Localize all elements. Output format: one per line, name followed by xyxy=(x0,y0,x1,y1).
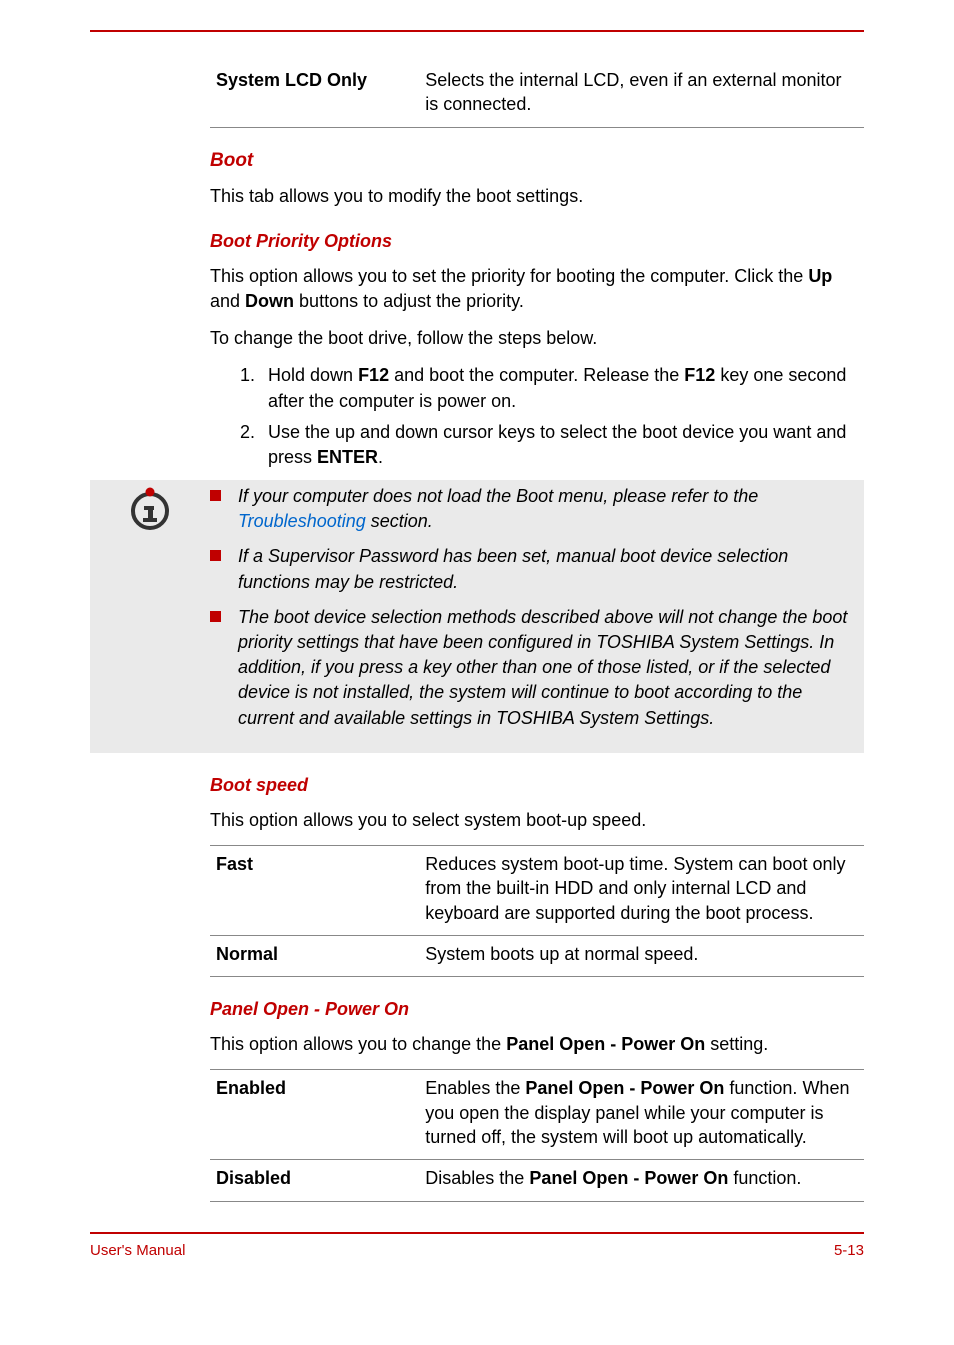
disabled-desc: Disables the Panel Open - Power On funct… xyxy=(419,1160,864,1201)
bootspeed-heading: Boot speed xyxy=(210,775,864,796)
note-item: If your computer does not load the Boot … xyxy=(210,484,852,534)
lcd-desc: Selects the internal LCD, even if an ext… xyxy=(419,62,864,127)
page-container: System LCD Only Selects the internal LCD… xyxy=(0,0,954,1289)
note-item: The boot device selection methods descri… xyxy=(210,605,852,731)
text: This option allows you to change the xyxy=(210,1034,506,1054)
list-item: Hold down F12 and boot the computer. Rel… xyxy=(260,363,864,413)
panelopen-heading: Panel Open - Power On xyxy=(210,999,864,1020)
f12-bold: F12 xyxy=(684,365,715,385)
panel-table: Enabled Enables the Panel Open - Power O… xyxy=(210,1069,864,1201)
lcd-label: System LCD Only xyxy=(210,62,419,127)
boot-intro: This tab allows you to modify the boot s… xyxy=(210,184,864,209)
f12-bold: F12 xyxy=(358,365,389,385)
footer: User's Manual 5-13 xyxy=(90,1242,864,1259)
enabled-label: Enabled xyxy=(210,1070,419,1160)
enter-bold: ENTER xyxy=(317,447,378,467)
top-rule xyxy=(90,30,864,32)
lcd-table: System LCD Only Selects the internal LCD… xyxy=(210,62,864,128)
list-item: Use the up and down cursor keys to selec… xyxy=(260,420,864,470)
text: and boot the computer. Release the xyxy=(389,365,684,385)
troubleshooting-link[interactable]: Troubleshooting xyxy=(238,511,366,531)
main-content: System LCD Only Selects the internal LCD… xyxy=(210,62,864,1202)
normal-desc: System boots up at normal speed. xyxy=(419,935,864,976)
priority-steps: Hold down F12 and boot the computer. Rel… xyxy=(260,363,864,470)
info-icon xyxy=(127,486,173,532)
text: . xyxy=(378,447,383,467)
text: Disables the xyxy=(425,1168,529,1188)
note-body: If your computer does not load the Boot … xyxy=(210,480,864,741)
table-row: Disabled Disables the Panel Open - Power… xyxy=(210,1160,864,1201)
up-bold: Up xyxy=(808,266,832,286)
text: setting. xyxy=(705,1034,768,1054)
down-bold: Down xyxy=(245,291,294,311)
text: If your computer does not load the Boot … xyxy=(238,486,758,506)
text: Enables the xyxy=(425,1078,525,1098)
text: and xyxy=(210,291,245,311)
footer-left: User's Manual xyxy=(90,1242,185,1259)
text: This option allows you to set the priori… xyxy=(210,266,808,286)
note-icon-col xyxy=(90,480,210,532)
enabled-desc: Enables the Panel Open - Power On functi… xyxy=(419,1070,864,1160)
panel-bold: Panel Open - Power On xyxy=(525,1078,724,1098)
note-item: If a Supervisor Password has been set, m… xyxy=(210,544,852,594)
disabled-label: Disabled xyxy=(210,1160,419,1201)
text: buttons to adjust the priority. xyxy=(294,291,524,311)
priority-p1: This option allows you to set the priori… xyxy=(210,264,864,314)
text: Hold down xyxy=(268,365,358,385)
normal-label: Normal xyxy=(210,935,419,976)
panel-bold: Panel Open - Power On xyxy=(529,1168,728,1188)
table-row: Enabled Enables the Panel Open - Power O… xyxy=(210,1070,864,1160)
bootspeed-intro: This option allows you to select system … xyxy=(210,808,864,833)
table-row: Fast Reduces system boot-up time. System… xyxy=(210,845,864,935)
text: section. xyxy=(366,511,433,531)
priority-heading: Boot Priority Options xyxy=(210,231,864,252)
bootspeed-table: Fast Reduces system boot-up time. System… xyxy=(210,845,864,977)
boot-heading: Boot xyxy=(210,150,864,172)
bottom-rule xyxy=(90,1232,864,1234)
footer-right: 5-13 xyxy=(834,1242,864,1259)
text: function. xyxy=(728,1168,801,1188)
panelopen-intro: This option allows you to change the Pan… xyxy=(210,1032,864,1057)
fast-label: Fast xyxy=(210,845,419,935)
note-block: If your computer does not load the Boot … xyxy=(90,480,864,753)
table-row: System LCD Only Selects the internal LCD… xyxy=(210,62,864,127)
panel-bold: Panel Open - Power On xyxy=(506,1034,705,1054)
fast-desc: Reduces system boot-up time. System can … xyxy=(419,845,864,935)
table-row: Normal System boots up at normal speed. xyxy=(210,935,864,976)
priority-p2: To change the boot drive, follow the ste… xyxy=(210,326,864,351)
